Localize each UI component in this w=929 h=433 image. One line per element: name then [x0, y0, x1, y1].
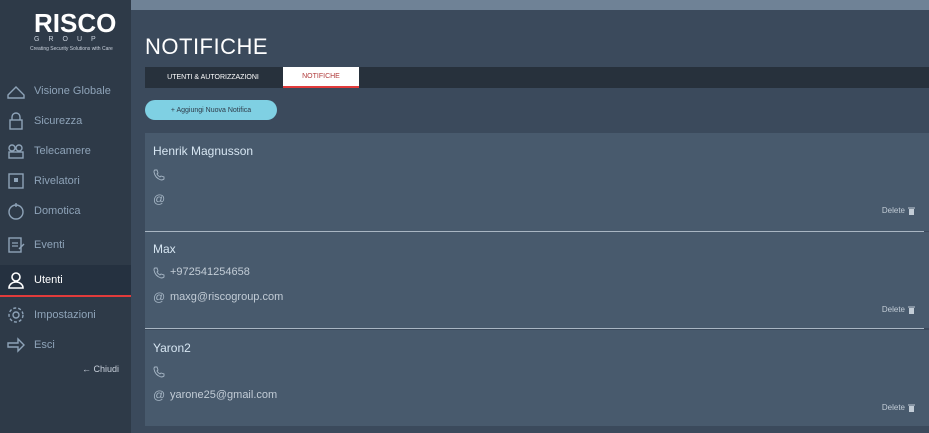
lock-icon: [9, 112, 23, 130]
notification-card: [145, 133, 929, 231]
sidebar-item-label: Telecamere: [34, 145, 91, 157]
automation-icon: [8, 203, 24, 220]
sidebar-item-impostazioni[interactable]: Impostazioni: [0, 300, 131, 330]
delete-button[interactable]: Delete: [882, 403, 915, 412]
sidebar-item-label: Domotica: [34, 205, 81, 217]
delete-button[interactable]: Delete: [882, 206, 915, 215]
notification-card: [145, 232, 929, 328]
trash-icon: [908, 404, 915, 412]
trash-icon: [908, 207, 915, 215]
sidebar-item-domotica[interactable]: Domotica: [0, 196, 131, 226]
sidebar-item-esci[interactable]: Esci: [0, 330, 131, 360]
page-title: NOTIFICHE: [145, 34, 269, 59]
delete-label: Delete: [881, 206, 905, 215]
contact-name: Yaron2: [153, 341, 191, 355]
email-icon: @: [153, 290, 166, 304]
logo-group-text: GROUP: [34, 36, 105, 43]
sidebar-item-label: Utenti: [34, 274, 63, 286]
tab-notifications[interactable]: NOTIFICHE: [283, 67, 359, 88]
top-bar: [131, 0, 929, 10]
contact-phone: +972541254658: [170, 266, 250, 278]
contact-name: Max: [153, 242, 176, 256]
close-sidebar-link[interactable]: ← Chiudi: [82, 364, 119, 374]
sidebar-item-rivelatori[interactable]: Rivelatori: [0, 166, 131, 196]
sidebar-item-label: Impostazioni: [34, 309, 96, 321]
add-notification-button[interactable]: + Aggiungi Nuova Notifica: [145, 100, 277, 120]
sidebar-item-eventi[interactable]: Eventi: [0, 230, 131, 260]
email-icon: @: [153, 192, 166, 206]
sidebar-item-label: Sicurezza: [34, 115, 83, 127]
delete-label: Delete: [881, 403, 905, 412]
delete-button[interactable]: Delete: [882, 305, 915, 314]
events-icon: [8, 237, 25, 253]
delete-label: Delete: [881, 305, 905, 314]
sidebar: RISCO GROUP Creating Security Solutions …: [0, 0, 131, 433]
phone-icon: [153, 169, 165, 181]
logo-tagline: Creating Security Solutions with Care: [30, 46, 113, 52]
tab-bar: UTENTI & AUTORIZZAZIONI NOTIFICHE: [145, 67, 929, 88]
sidebar-item-label: Visione Globale: [34, 85, 111, 97]
notification-card: [145, 330, 929, 426]
camera-icon: [8, 144, 24, 159]
contact-name: Henrik Magnusson: [153, 144, 254, 158]
sidebar-item-label: Esci: [34, 339, 55, 351]
risco-logo: RISCO GROUP Creating Security Solutions …: [0, 0, 131, 66]
phone-icon: [153, 366, 165, 378]
detector-icon: [8, 173, 24, 189]
sidebar-item-label: Rivelatori: [34, 175, 80, 187]
tab-users-authorizations[interactable]: UTENTI & AUTORIZZAZIONI: [145, 67, 281, 88]
sidebar-item-label: Eventi: [34, 239, 65, 251]
sidebar-item-visione-globale[interactable]: Visione Globale: [0, 76, 131, 106]
sidebar-item-utenti[interactable]: Utenti: [0, 265, 131, 297]
email-icon: @: [153, 388, 166, 402]
contact-email: maxg@riscogroup.com: [170, 291, 284, 303]
sidebar-item-telecamere[interactable]: Telecamere: [0, 136, 131, 166]
exit-icon: [7, 337, 25, 353]
user-icon: [8, 272, 24, 289]
contact-email: yarone25@gmail.com: [170, 389, 278, 401]
phone-icon: [153, 267, 165, 279]
house-icon: [7, 86, 25, 99]
gear-icon: [8, 307, 24, 323]
trash-icon: [908, 306, 915, 314]
card-divider: [145, 328, 924, 329]
logo-text: RISCO: [34, 8, 117, 38]
sidebar-item-sicurezza[interactable]: Sicurezza: [0, 106, 131, 136]
